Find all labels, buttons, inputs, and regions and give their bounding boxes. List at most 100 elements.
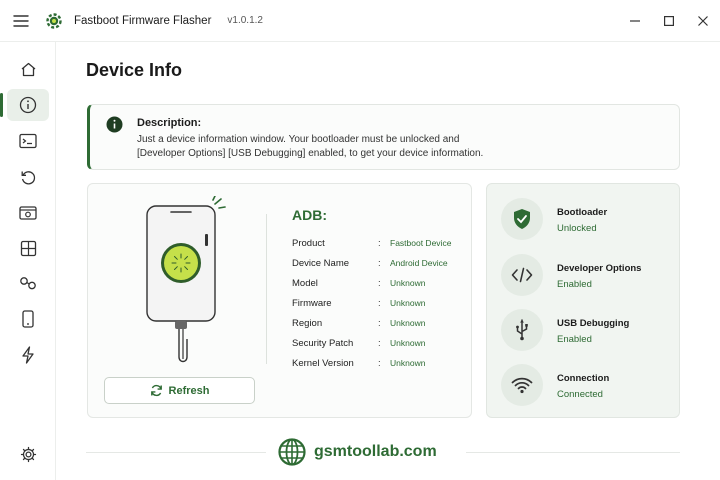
- maximize-button[interactable]: [652, 0, 686, 42]
- window-controls: [618, 0, 720, 42]
- usb-icon: [516, 319, 528, 341]
- status-value: Connected: [557, 389, 603, 400]
- refresh-icon: [150, 384, 162, 397]
- phone-illustration-icon: [146, 196, 226, 363]
- info-label: Region: [292, 318, 323, 329]
- footer-brand[interactable]: gsmtoollab.com: [278, 438, 437, 466]
- wifi-icon: [511, 377, 533, 394]
- sidebar-item-partitions[interactable]: [7, 232, 49, 264]
- footer-divider-right: [466, 452, 680, 453]
- terminal-icon: [19, 133, 37, 149]
- status-card: Bootloader Unlocked Developer Options En…: [486, 183, 680, 418]
- info-label: Security Patch: [292, 338, 354, 349]
- info-label: Kernel Version: [292, 358, 354, 369]
- device-info-card: ADB: Product : Fastboot Device Device Na…: [87, 183, 472, 418]
- status-value: Unlocked: [557, 223, 597, 234]
- grid-icon: [20, 240, 36, 256]
- info-icon: [19, 96, 37, 114]
- camera-icon: [19, 206, 37, 220]
- refresh-label: Refresh: [168, 384, 210, 397]
- code-icon: [511, 267, 533, 283]
- footer-brand-text: gsmtoollab.com: [314, 443, 437, 460]
- status-label: USB Debugging: [557, 318, 630, 329]
- status-icon-circle: [501, 254, 543, 296]
- adb-title: ADB:: [292, 207, 327, 223]
- status-connection: Connection Connected: [501, 364, 671, 406]
- phone-icon: [22, 310, 34, 328]
- info-row-security-patch: Security Patch : Unknown: [292, 338, 467, 352]
- refresh-button[interactable]: Refresh: [104, 377, 255, 404]
- sidebar-item-flash[interactable]: [7, 339, 49, 371]
- info-colon: :: [378, 298, 381, 309]
- sidebar-item-connections[interactable]: [7, 267, 49, 299]
- status-bootloader: Bootloader Unlocked: [501, 198, 671, 240]
- status-icon-circle: [501, 198, 543, 240]
- description-heading: Description:: [137, 117, 202, 129]
- sidebar-item-settings[interactable]: [7, 438, 49, 470]
- lightning-icon: [22, 346, 34, 364]
- status-value: Enabled: [557, 334, 592, 345]
- info-value: Unknown: [390, 318, 426, 328]
- sidebar-item-media[interactable]: [7, 197, 49, 229]
- info-label: Model: [292, 278, 318, 289]
- description-line-2: [Developer Options] [USB Debugging] enab…: [137, 148, 484, 159]
- info-label: Firmware: [292, 298, 332, 309]
- status-label: Developer Options: [557, 263, 642, 274]
- page-title: Device Info: [86, 60, 183, 80]
- main-content: Device Info Description: Just a device i…: [56, 42, 720, 480]
- info-label: Device Name: [292, 258, 350, 269]
- sidebar-item-terminal[interactable]: [7, 125, 49, 157]
- app-version: v1.0.1.2: [227, 15, 263, 26]
- status-icon-circle: [501, 309, 543, 351]
- hamburger-icon: [13, 14, 29, 27]
- info-row-firmware: Firmware : Unknown: [292, 298, 467, 312]
- info-value: Unknown: [390, 338, 426, 348]
- info-filled-icon: [106, 116, 123, 133]
- home-icon: [21, 62, 35, 76]
- info-colon: :: [378, 238, 381, 249]
- status-developer-options: Developer Options Enabled: [501, 254, 671, 296]
- app-logo: [44, 11, 64, 31]
- status-value: Enabled: [557, 279, 592, 290]
- info-row-model: Model : Unknown: [292, 278, 467, 292]
- sidebar-item-home[interactable]: [7, 53, 49, 85]
- maximize-icon: [664, 16, 674, 26]
- info-row-product: Product : Fastboot Device: [292, 238, 467, 252]
- sidebar-item-reset[interactable]: [7, 161, 49, 193]
- status-icon-circle: [501, 364, 543, 406]
- info-label: Product: [292, 238, 325, 249]
- info-colon: :: [378, 338, 381, 349]
- hamburger-menu-button[interactable]: [0, 0, 42, 42]
- sidebar-item-device-info[interactable]: [0, 89, 49, 121]
- status-usb-debugging: USB Debugging Enabled: [501, 309, 671, 351]
- close-button[interactable]: [686, 0, 720, 42]
- minimize-button[interactable]: [618, 0, 652, 42]
- minimize-icon: [630, 20, 640, 22]
- reset-icon: [21, 170, 35, 184]
- globe-icon: [278, 438, 306, 466]
- info-colon: :: [378, 278, 381, 289]
- info-colon: :: [378, 358, 381, 369]
- close-icon: [698, 16, 708, 26]
- info-value: Unknown: [390, 358, 426, 368]
- sidebar: [0, 42, 56, 480]
- info-value: Unknown: [390, 298, 426, 308]
- info-colon: :: [378, 258, 381, 269]
- status-label: Connection: [557, 373, 610, 384]
- info-colon: :: [378, 318, 381, 329]
- description-line-1: Just a device information window. Your b…: [137, 134, 460, 145]
- link-icon: [20, 277, 36, 290]
- info-row-device-name: Device Name : Android Device: [292, 258, 467, 272]
- info-value: Android Device: [390, 258, 448, 268]
- shield-check-icon: [514, 209, 530, 229]
- title-bar: Fastboot Firmware Flasher v1.0.1.2: [0, 0, 720, 42]
- gear-icon: [20, 446, 36, 462]
- info-row-kernel-version: Kernel Version : Unknown: [292, 358, 467, 372]
- description-panel: Description: Just a device information w…: [87, 104, 680, 170]
- info-row-region: Region : Unknown: [292, 318, 467, 332]
- info-value: Fastboot Device: [390, 238, 452, 248]
- sidebar-item-device[interactable]: [7, 303, 49, 335]
- gear-logo-icon: [46, 12, 62, 29]
- footer-divider-left: [86, 452, 266, 453]
- app-title: Fastboot Firmware Flasher: [74, 14, 212, 27]
